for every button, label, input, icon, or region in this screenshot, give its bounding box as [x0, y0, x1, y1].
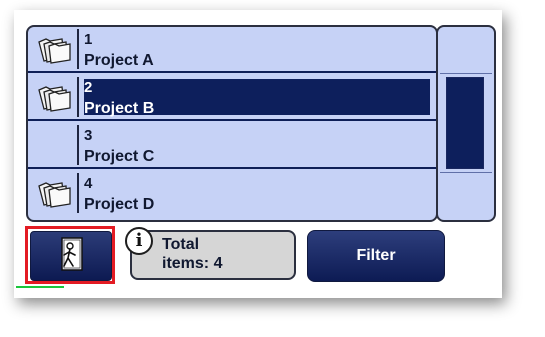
list-item-4[interactable]: 4 Project D	[28, 171, 436, 217]
scrollbar-divider	[440, 73, 492, 74]
list-item-1[interactable]: 1 Project A	[28, 27, 436, 73]
item-number: 1	[84, 31, 93, 48]
exit-door-icon	[56, 236, 86, 277]
list-item-2[interactable]: 2 Project B	[28, 75, 436, 121]
item-name: Project B	[84, 100, 155, 117]
filter-button[interactable]: Filter	[307, 230, 445, 282]
row-divider	[77, 125, 79, 165]
info-icon: i	[125, 227, 153, 255]
exit-button[interactable]	[30, 231, 112, 281]
folders-icon	[36, 84, 72, 112]
device-screen: 1 Project A 2 Project B 3 Project C 4 Pr…	[16, 12, 498, 288]
total-label: Total	[162, 236, 200, 253]
item-number: 3	[84, 127, 93, 144]
scrollbar[interactable]	[436, 25, 496, 222]
row-divider	[77, 173, 79, 213]
list-item-3[interactable]: 3 Project C	[28, 123, 436, 169]
row-divider	[77, 77, 79, 117]
total-count: items: 4	[162, 255, 223, 272]
project-list: 1 Project A 2 Project B 3 Project C 4 Pr…	[26, 25, 438, 222]
scrollbar-thumb[interactable]	[446, 77, 484, 169]
item-name: Project D	[84, 196, 155, 213]
status-indicator	[16, 286, 64, 288]
row-divider	[77, 29, 79, 69]
scrollbar-divider	[440, 172, 492, 173]
item-name: Project C	[84, 148, 155, 165]
item-number: 2	[84, 79, 93, 96]
folders-icon	[36, 180, 72, 208]
folders-icon	[36, 36, 72, 64]
item-number: 4	[84, 175, 93, 192]
item-name: Project A	[84, 52, 154, 69]
